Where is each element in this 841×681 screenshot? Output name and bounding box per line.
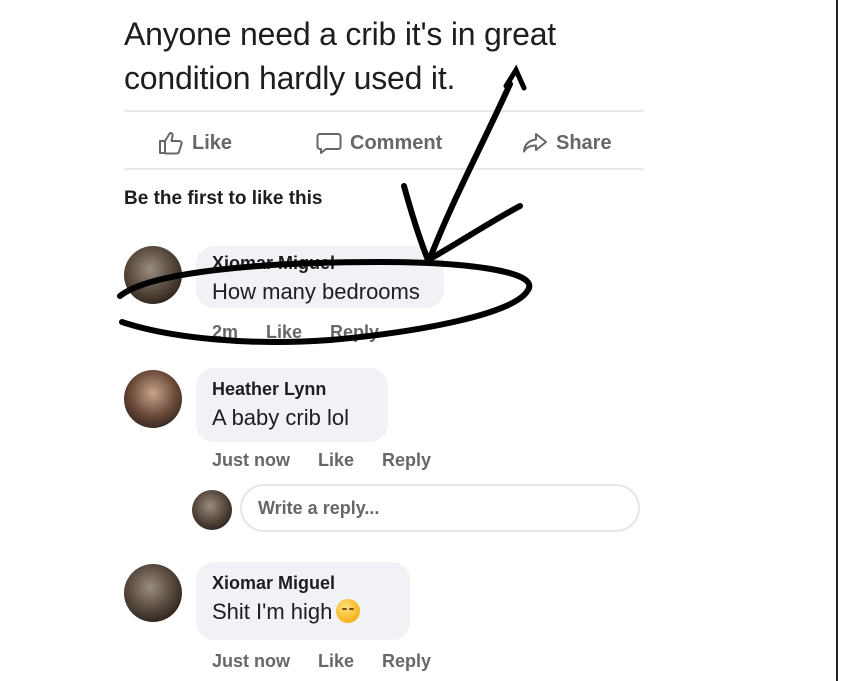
comment-label: Comment <box>350 131 443 154</box>
thumbs-up-icon <box>158 131 184 155</box>
comment-bubble: Heather Lynn A baby crib lol <box>196 368 388 442</box>
reply-placeholder: Write a reply... <box>258 497 380 518</box>
comment-time: 2m <box>212 322 239 342</box>
comment-reply-link[interactable]: Reply <box>382 651 431 672</box>
reply-input[interactable]: Write a reply... <box>240 484 640 532</box>
like-button[interactable]: Like <box>158 128 232 158</box>
comment-text-content: Shit I'm high <box>212 599 333 624</box>
divider-bottom <box>124 168 644 170</box>
like-label: Like <box>192 131 233 154</box>
comment-author[interactable]: Heather Lynn <box>212 378 372 400</box>
comment-bubble: Xiomar Miguel How many bedrooms <box>196 246 444 308</box>
comment-text: A baby crib lol <box>212 405 349 430</box>
avatar[interactable] <box>124 246 182 304</box>
reactions-summary: Be the first to like this <box>124 188 323 209</box>
comment-like-link[interactable]: Like <box>318 651 354 672</box>
comment-time: Just now <box>212 450 291 470</box>
comment-text: Shit I'm high <box>212 596 394 628</box>
share-label: Share <box>556 131 612 154</box>
comment-author[interactable]: Xiomar Miguel <box>212 252 428 274</box>
comment-reply-link[interactable]: Reply <box>330 322 379 343</box>
share-arrow-icon <box>522 131 548 155</box>
comment-text: How many bedrooms <box>212 279 420 304</box>
share-button[interactable]: Share <box>522 128 612 158</box>
comment-meta: 2m Like Reply <box>212 322 379 343</box>
facebook-post: Anyone need a crib it's in great conditi… <box>0 0 841 681</box>
avatar <box>192 490 232 530</box>
comment-like-link[interactable]: Like <box>266 322 302 343</box>
speech-bubble-icon <box>316 131 342 155</box>
comment-meta: Just now Like Reply <box>212 450 431 471</box>
hand-drawn-annotation <box>117 64 533 345</box>
comment-meta: Just now Like Reply <box>212 651 431 672</box>
comment-author[interactable]: Xiomar Miguel <box>212 572 394 594</box>
smiling-emoji-icon <box>336 599 361 623</box>
comment-bubble: Xiomar Miguel Shit I'm high <box>196 562 410 640</box>
comment-reply-link[interactable]: Reply <box>382 450 431 471</box>
avatar[interactable] <box>124 370 182 428</box>
comment-button[interactable]: Comment <box>316 128 442 158</box>
comment-time: Just now <box>212 651 291 671</box>
post-text: Anyone need a crib it's in great conditi… <box>124 16 556 96</box>
frame-border <box>836 0 838 681</box>
avatar[interactable] <box>124 564 182 622</box>
comment-like-link[interactable]: Like <box>318 450 354 471</box>
divider-top <box>124 110 644 112</box>
